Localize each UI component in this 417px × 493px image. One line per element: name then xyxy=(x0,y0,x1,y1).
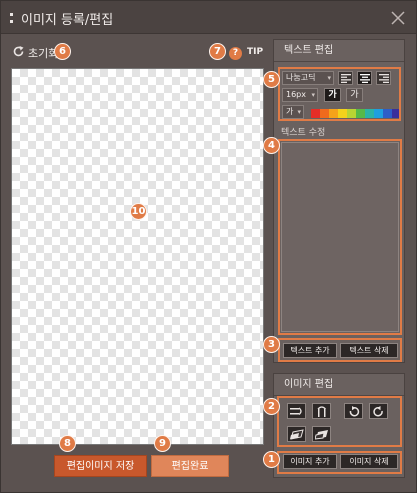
callout-badge-8: 8 xyxy=(59,435,76,452)
callout-badge-5: 5 xyxy=(263,71,280,88)
text-edit-area-highlight xyxy=(278,139,402,335)
finish-editing-button[interactable]: 편집완료 xyxy=(151,455,229,477)
image-tools-highlight xyxy=(277,396,402,447)
title-bar: 이미지 등록/편집 xyxy=(1,1,416,34)
callout-badge-7: 7 xyxy=(209,43,226,60)
font-options-highlight xyxy=(278,67,401,121)
image-editor-window: 이미지 등록/편집 초기화 ? TIP 편집이미지 저장 편집완료 텍스트 편집… xyxy=(0,0,417,493)
image-buttons-highlight xyxy=(277,451,402,474)
title-marker-icon xyxy=(10,13,13,23)
callout-badge-9: 9 xyxy=(154,435,171,452)
window-title: 이미지 등록/편집 xyxy=(21,13,114,28)
image-edit-heading: 이미지 편집 xyxy=(274,374,404,396)
text-buttons-highlight xyxy=(278,338,402,362)
text-edit-heading: 텍스트 편집 xyxy=(274,40,404,62)
image-canvas[interactable] xyxy=(11,68,264,445)
callout-badge-3: 3 xyxy=(263,336,280,353)
help-icon[interactable]: ? xyxy=(229,47,242,60)
refresh-icon xyxy=(13,46,24,57)
callout-badge-4: 4 xyxy=(263,137,280,154)
text-edit-label: 텍스트 수정 xyxy=(281,128,326,138)
callout-badge-2: 2 xyxy=(263,398,280,415)
callout-badge-6: 6 xyxy=(54,43,71,60)
callout-badge-1: 1 xyxy=(263,451,280,468)
tip-label[interactable]: TIP xyxy=(247,47,263,57)
close-icon[interactable] xyxy=(390,10,406,26)
callout-badge-10: 10 xyxy=(130,203,147,220)
save-edited-image-button[interactable]: 편집이미지 저장 xyxy=(54,455,147,477)
